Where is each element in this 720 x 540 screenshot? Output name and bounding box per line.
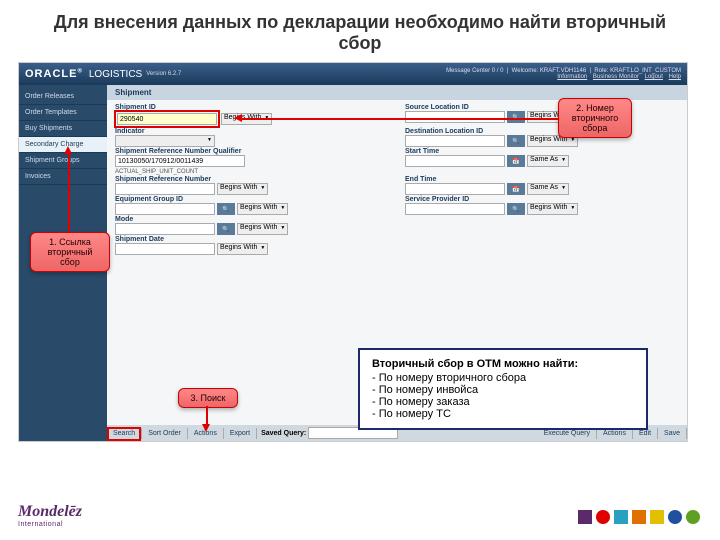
link-logout[interactable]: Logout [645, 74, 663, 80]
select-indicator[interactable] [115, 135, 215, 147]
version-label: Version 6.2.7 [146, 71, 181, 77]
lookup-dest-location[interactable]: 🔍 [507, 135, 525, 147]
link-help[interactable]: Help [669, 74, 681, 80]
lookup-mode[interactable]: 🔍 [217, 223, 235, 235]
export-button[interactable]: Export [224, 428, 257, 439]
callout-3: 3. Поиск [178, 388, 238, 408]
sidebar-item-shipment-groups[interactable]: Shipment Groups [19, 153, 107, 169]
label-start-time: Start Time [405, 148, 655, 155]
info-item: По номеру вторичного сбора [372, 372, 634, 384]
save-button[interactable]: Save [658, 428, 687, 439]
info-box: Вторичный сбор в OTM можно найти: По ном… [358, 348, 648, 430]
label-equipment-group: Equipment Group ID [115, 196, 365, 203]
input-equipment-group[interactable] [115, 203, 215, 215]
select-start-time-op[interactable]: Same As [527, 155, 569, 167]
info-item: По номеру заказа [372, 396, 634, 408]
arrow-3-head [202, 424, 210, 432]
slide-title: Для внесения данных по декларации необхо… [0, 0, 720, 62]
sidebar-item-invoices[interactable]: Invoices [19, 169, 107, 185]
info-title: Вторичный сбор в OTM можно найти: [372, 358, 634, 370]
label-end-time: End Time [405, 176, 655, 183]
callout-2: 2. Номер вторичного сбора [558, 98, 632, 138]
calendar-end-time[interactable]: 📅 [507, 183, 525, 195]
sidebar-item-secondary-charge[interactable]: Secondary Charge [19, 137, 107, 153]
top-bar: ORACLE® LOGISTICS Version 6.2.7 Message … [19, 63, 687, 85]
callout-1: 1. Ссылка вторичный сбор [30, 232, 110, 272]
input-start-time[interactable] [405, 155, 505, 167]
input-dest-location[interactable] [405, 135, 505, 147]
input-source-location[interactable] [405, 111, 505, 123]
select-ref-number-op[interactable]: Begins With [217, 183, 268, 195]
input-ref-number[interactable] [115, 183, 215, 195]
footer-icon-5 [650, 510, 664, 524]
select-service-provider-op[interactable]: Begins With [527, 203, 578, 215]
select-end-time-op[interactable]: Same As [527, 183, 569, 195]
input-mode[interactable] [115, 223, 215, 235]
saved-query-label: Saved Query: [261, 430, 306, 437]
select-mode-op[interactable]: Begins With [237, 223, 288, 235]
input-end-time[interactable] [405, 183, 505, 195]
footer-icon-3 [614, 510, 628, 524]
label-shipment-date: Shipment Date [115, 236, 365, 243]
lookup-service-provider[interactable]: 🔍 [507, 203, 525, 215]
info-item: По номеру инвойса [372, 384, 634, 396]
arrow-2-head [234, 114, 242, 122]
input-ref-qualifier[interactable] [115, 155, 245, 167]
search-highlight-box [107, 427, 141, 441]
label-ref-number: Shipment Reference Number [115, 176, 365, 183]
lookup-source-location[interactable]: 🔍 [507, 111, 525, 123]
brand-logo: ORACLE® [25, 68, 83, 80]
input-shipment-date[interactable] [115, 243, 215, 255]
select-equipment-group-op[interactable]: Begins With [237, 203, 288, 215]
footer-icon-6 [668, 510, 682, 524]
input-service-provider[interactable] [405, 203, 505, 215]
message-center[interactable]: Message Center 0 / 0 [446, 68, 503, 74]
arrow-1 [68, 152, 70, 232]
product-name: LOGISTICS [89, 69, 142, 80]
footer-icon-2 [596, 510, 610, 524]
sidebar-item-order-releases[interactable]: Order Releases [19, 89, 107, 105]
select-shipment-date-op[interactable]: Begins With [217, 243, 268, 255]
info-item: По номеру ТС [372, 408, 634, 420]
footer-icon-7 [686, 510, 700, 524]
arrow-3 [206, 406, 208, 426]
sidebar-item-buy-shipments[interactable]: Buy Shipments [19, 121, 107, 137]
calendar-start-time[interactable]: 📅 [507, 155, 525, 167]
arrow-1-head [64, 146, 72, 154]
link-business-monitor[interactable]: Business Monitor [593, 74, 639, 80]
lookup-equipment-group[interactable]: 🔍 [217, 203, 235, 215]
sort-order-button[interactable]: Sort Order [142, 428, 188, 439]
mondelez-logo: Mondelēz International [18, 503, 82, 528]
footer-icon-1 [578, 510, 592, 524]
footer-icon-row [578, 510, 700, 524]
label-mode: Mode [115, 216, 365, 223]
label-ref-qualifier: Shipment Reference Number Qualifier [115, 148, 365, 155]
label-service-provider: Service Provider ID [405, 196, 655, 203]
footer-icon-4 [632, 510, 646, 524]
arrow-2 [240, 118, 558, 120]
header-right: Message Center 0 / 0 | Welcome: KRAFT.VD… [446, 68, 681, 80]
input-shipment-id[interactable] [117, 113, 217, 125]
ref-qualifier-hint: ACTUAL_SHIP_UNIT_COUNT [115, 169, 198, 175]
sidebar-item-order-templates[interactable]: Order Templates [19, 105, 107, 121]
link-information[interactable]: Information [557, 74, 587, 80]
label-indicator: Indicator [115, 128, 365, 135]
